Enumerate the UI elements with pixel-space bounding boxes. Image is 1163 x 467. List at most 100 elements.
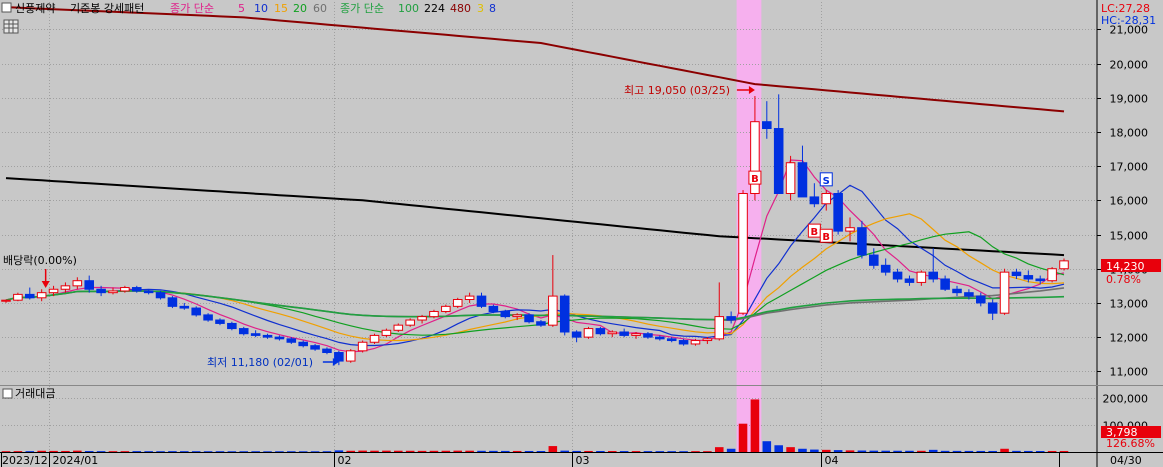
volume-bar[interactable] <box>726 448 736 452</box>
volume-bar[interactable] <box>619 451 629 453</box>
volume-bar[interactable] <box>346 450 356 452</box>
candle[interactable] <box>583 326 594 339</box>
volume-bar[interactable] <box>821 449 831 452</box>
volume-bar[interactable] <box>881 450 890 452</box>
volume-bar[interactable] <box>536 451 546 453</box>
volume-bar[interactable] <box>810 449 819 452</box>
candle[interactable] <box>429 309 439 319</box>
candle[interactable] <box>595 326 606 336</box>
volume-bar[interactable] <box>358 450 367 452</box>
volume-bar[interactable] <box>512 450 522 452</box>
volume-bar[interactable] <box>893 450 902 452</box>
volume-bar[interactable] <box>738 423 748 452</box>
volume-bar[interactable] <box>928 449 938 452</box>
volume-bar[interactable] <box>798 448 807 452</box>
candle[interactable] <box>13 292 23 302</box>
candle[interactable] <box>500 309 511 319</box>
volume-bar[interactable] <box>73 450 82 452</box>
candle[interactable] <box>452 297 463 309</box>
volume-bar[interactable] <box>84 451 94 453</box>
volume-bar[interactable] <box>465 450 474 452</box>
volume-bar[interactable] <box>691 451 700 453</box>
volume-bar[interactable] <box>453 450 463 452</box>
candle[interactable] <box>155 290 166 300</box>
candle[interactable] <box>357 340 368 353</box>
volume-bar[interactable] <box>1035 451 1045 453</box>
volume-bar[interactable] <box>61 450 70 452</box>
volume-bar[interactable] <box>976 450 986 452</box>
candle[interactable] <box>1047 267 1057 283</box>
candle[interactable] <box>345 349 356 363</box>
candle[interactable] <box>393 323 404 332</box>
candle[interactable] <box>833 190 843 235</box>
volume-bar[interactable] <box>382 450 391 452</box>
candle[interactable] <box>738 190 748 315</box>
volume-bar[interactable] <box>774 445 783 452</box>
candle[interactable] <box>227 321 237 331</box>
candle[interactable] <box>524 313 534 324</box>
volume-bar[interactable] <box>917 450 926 452</box>
candle[interactable] <box>785 155 796 201</box>
volume-bar[interactable] <box>477 450 486 452</box>
candle[interactable] <box>191 306 201 317</box>
candle[interactable] <box>559 294 570 336</box>
volume-bar[interactable] <box>49 450 58 452</box>
volume-bar[interactable] <box>405 450 415 452</box>
volume-bar[interactable] <box>132 451 142 453</box>
volume-bar[interactable] <box>988 450 997 452</box>
legend-checkbox[interactable] <box>1 2 12 13</box>
candle[interactable] <box>381 328 392 338</box>
volume-bar[interactable] <box>845 450 855 452</box>
volume-bar[interactable] <box>560 450 569 452</box>
volume-bar[interactable] <box>96 451 106 453</box>
volume-bar[interactable] <box>572 450 581 452</box>
candle[interactable] <box>238 326 249 336</box>
volume-bar[interactable] <box>762 441 772 452</box>
volume-bar[interactable] <box>964 450 974 452</box>
volume-bar[interactable] <box>750 399 760 452</box>
candle-body <box>607 331 618 335</box>
candle[interactable] <box>167 296 178 309</box>
volume-bar[interactable] <box>1012 450 1021 452</box>
candle[interactable] <box>999 268 1010 315</box>
volume-bar[interactable] <box>524 450 534 452</box>
stock-chart[interactable]: BSBB 11,00012,00013,00014,00015,00016,00… <box>0 0 1163 467</box>
candle[interactable] <box>405 318 415 327</box>
volume-bar[interactable] <box>857 450 867 452</box>
candle[interactable] <box>203 313 213 322</box>
volume-bar[interactable] <box>37 450 46 452</box>
volume-bar[interactable] <box>334 450 344 452</box>
volume-bar[interactable] <box>905 450 914 452</box>
volume-bar[interactable] <box>548 446 558 452</box>
volume-bar[interactable] <box>607 451 617 453</box>
candle[interactable] <box>369 333 380 344</box>
volume-bar[interactable] <box>441 450 451 452</box>
volume-bar[interactable] <box>643 451 653 453</box>
volume-checkbox[interactable] <box>2 388 13 399</box>
volume-bar[interactable] <box>786 447 795 452</box>
volume-bar[interactable] <box>417 450 427 452</box>
volume-bar[interactable] <box>13 451 23 453</box>
volume-bar[interactable] <box>501 450 510 452</box>
volume-bar[interactable] <box>631 451 641 453</box>
volume-bar[interactable] <box>1047 450 1057 452</box>
table-icon[interactable] <box>3 19 19 34</box>
volume-bar[interactable] <box>714 447 724 452</box>
volume-bar[interactable] <box>596 451 605 453</box>
volume-bar[interactable] <box>370 450 379 452</box>
volume-bar[interactable] <box>940 450 950 452</box>
volume-bar[interactable] <box>394 450 403 452</box>
volume-bar[interactable] <box>429 450 439 452</box>
volume-bar[interactable] <box>1024 450 1033 452</box>
volume-bar[interactable] <box>168 451 177 453</box>
volume-bar[interactable] <box>1000 448 1009 452</box>
candle[interactable] <box>441 304 451 314</box>
candle[interactable] <box>488 304 499 314</box>
volume-bar[interactable] <box>869 450 879 452</box>
volume-bar[interactable] <box>1059 450 1069 452</box>
volume-bar[interactable] <box>833 450 843 452</box>
volume-bar[interactable] <box>952 450 962 452</box>
volume-bar[interactable] <box>489 450 498 452</box>
volume-bar[interactable] <box>655 451 665 453</box>
volume-bar[interactable] <box>584 450 593 452</box>
